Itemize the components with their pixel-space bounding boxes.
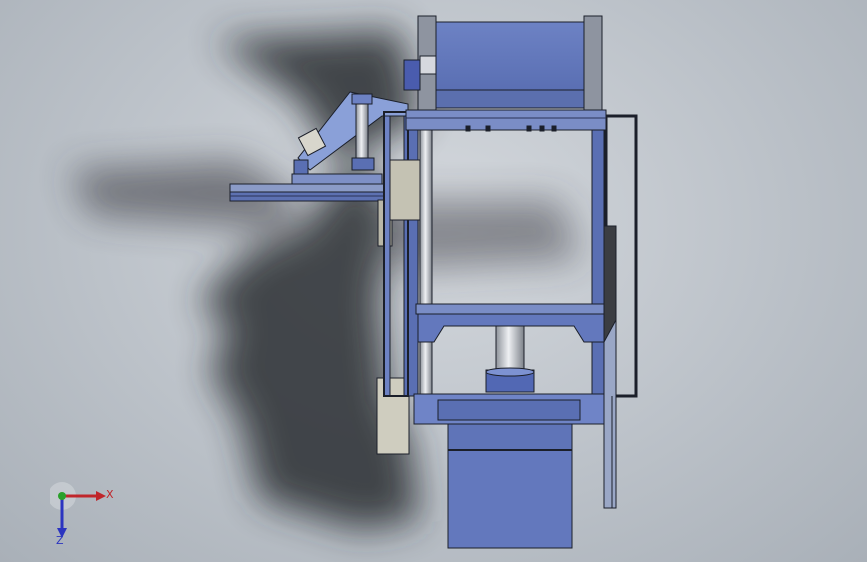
feed-slide-top bbox=[291, 173, 383, 185]
valve-fitting bbox=[403, 59, 421, 91]
valve-block bbox=[419, 55, 437, 75]
door-panel bbox=[603, 319, 617, 509]
3d-viewport[interactable]: X Z bbox=[0, 0, 867, 562]
feed-cylinder-base bbox=[351, 157, 375, 171]
rail-top bbox=[229, 183, 391, 193]
left-guide-rod bbox=[419, 123, 433, 395]
z-axis-label: Z bbox=[56, 534, 64, 546]
y-axis-dot bbox=[58, 492, 66, 500]
conveyor-rail[interactable] bbox=[229, 183, 391, 202]
bolster-slot bbox=[437, 399, 581, 421]
moving-platen[interactable] bbox=[415, 303, 605, 393]
feed-cylinder-cap bbox=[351, 93, 373, 105]
upper-head[interactable] bbox=[403, 15, 607, 132]
right-door[interactable] bbox=[603, 225, 617, 509]
left-upright-inner bbox=[403, 115, 419, 397]
base-lower-block bbox=[447, 449, 573, 549]
base-upper-block bbox=[447, 423, 573, 451]
press-base[interactable] bbox=[413, 393, 607, 549]
right-upright bbox=[591, 115, 605, 397]
platen-top bbox=[415, 303, 605, 315]
main-ram bbox=[495, 325, 525, 373]
oil-tank bbox=[435, 21, 585, 91]
head-post-right bbox=[583, 15, 603, 111]
press-model[interactable] bbox=[0, 0, 867, 562]
middle-brace bbox=[389, 159, 421, 221]
x-axis-label: X bbox=[106, 488, 114, 501]
tank-base bbox=[435, 89, 585, 109]
coordinate-triad: X Z bbox=[48, 482, 120, 547]
top-plate bbox=[405, 109, 607, 131]
